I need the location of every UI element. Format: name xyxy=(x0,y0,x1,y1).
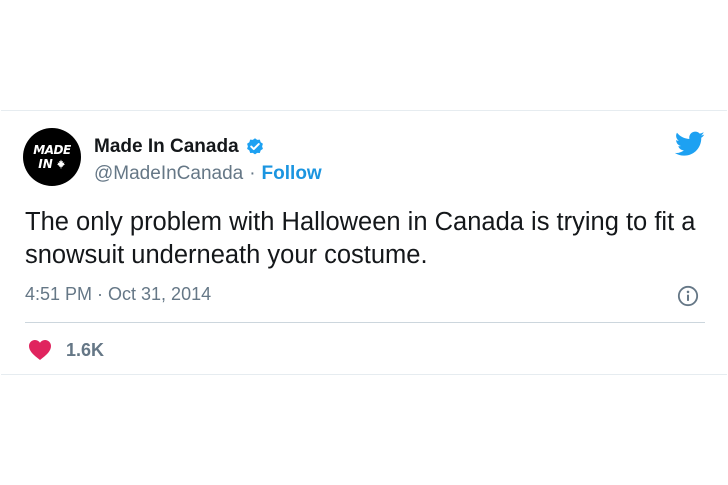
author-handle-row: @MadeInCanada · Follow xyxy=(94,163,322,185)
heart-icon[interactable] xyxy=(28,339,52,361)
handle-separator: · xyxy=(249,163,256,184)
author-name-row: Made In Canada xyxy=(94,136,265,158)
avatar-text-made: MADE xyxy=(33,143,71,157)
tweet-card[interactable]: MADE IN Made In Canada @MadeInCanada · F… xyxy=(1,110,727,375)
page: MADE IN Made In Canada @MadeInCanada · F… xyxy=(0,0,728,485)
avatar-text-in: IN xyxy=(38,157,53,171)
avatar[interactable]: MADE IN xyxy=(23,128,81,186)
author-display-name[interactable]: Made In Canada xyxy=(94,136,239,158)
divider xyxy=(25,322,705,323)
follow-button[interactable]: Follow xyxy=(262,163,322,185)
twitter-bird-icon[interactable] xyxy=(675,131,705,157)
likes-row[interactable]: 1.6K xyxy=(28,339,104,361)
tweet-text: The only problem with Halloween in Canad… xyxy=(25,208,696,269)
author-handle[interactable]: @MadeInCanada xyxy=(94,163,243,185)
avatar-text-in-row: IN xyxy=(38,158,66,170)
tweet-timestamp[interactable]: 4:51 PM · Oct 31, 2014 xyxy=(25,284,211,305)
info-icon[interactable] xyxy=(677,285,699,307)
verified-badge-icon xyxy=(246,138,263,155)
like-count: 1.6K xyxy=(66,339,105,360)
maple-leaf-icon xyxy=(56,159,65,169)
